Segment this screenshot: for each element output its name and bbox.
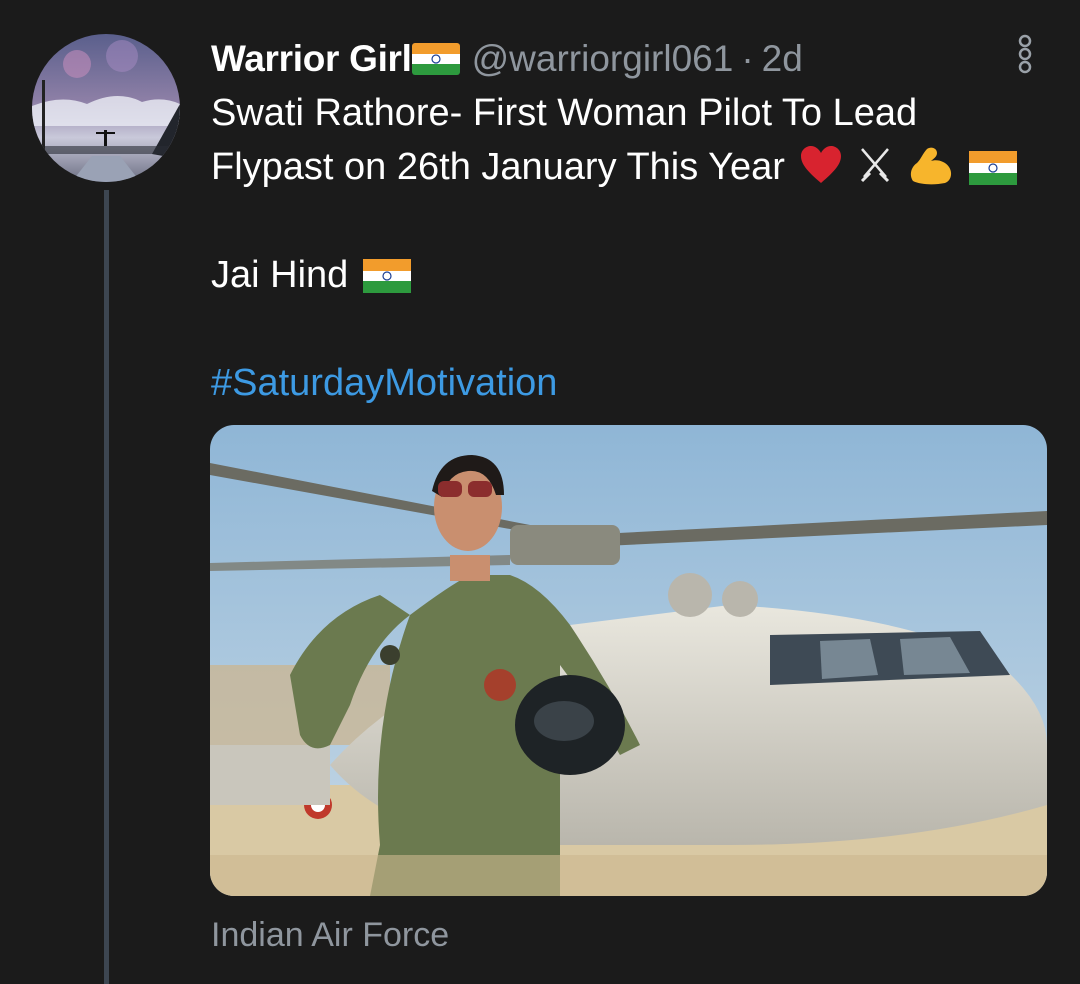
tweet-text: Swati Rathore- First Woman Pilot To Lead…	[211, 86, 1051, 410]
tweet-text-line-1: Swati Rathore- First Woman Pilot To Lead	[211, 92, 918, 134]
thread-line	[104, 190, 109, 984]
tweet-text-line-3: Jai Hind	[211, 248, 1051, 302]
hashtag-link[interactable]: #SaturdayMotivation	[211, 362, 557, 404]
crossed-swords-icon	[858, 145, 892, 185]
hashtag-line: #SaturdayMotivation	[211, 356, 1051, 410]
red-heart-icon	[799, 145, 843, 185]
display-name[interactable]: Warrior Girl	[211, 38, 412, 80]
flexed-biceps-icon	[907, 145, 955, 185]
timestamp[interactable]: 2d	[762, 38, 803, 80]
indian-flag-icon	[362, 259, 411, 293]
media-source-label[interactable]: Indian Air Force	[211, 916, 449, 955]
vertical-more-icon[interactable]	[1012, 34, 1038, 74]
tweet: Warrior Girl @warriorgirl061 · 2d Swati …	[0, 0, 1080, 984]
handle[interactable]: @warriorgirl061	[472, 38, 734, 80]
avatar[interactable]	[32, 34, 180, 182]
separator-dot: ·	[741, 38, 754, 79]
indian-flag-icon	[969, 151, 1018, 185]
tweet-media-image[interactable]	[210, 425, 1047, 896]
tweet-text-line-3-text: Jai Hind	[211, 254, 349, 296]
tweet-text-line-2-text: Flypast on 26th January This Year	[211, 146, 785, 188]
tweet-text-line-2: Flypast on 26th January This Year	[211, 140, 1051, 194]
tweet-header: Warrior Girl @warriorgirl061 · 2d	[211, 36, 803, 82]
indian-flag-icon	[411, 43, 460, 75]
